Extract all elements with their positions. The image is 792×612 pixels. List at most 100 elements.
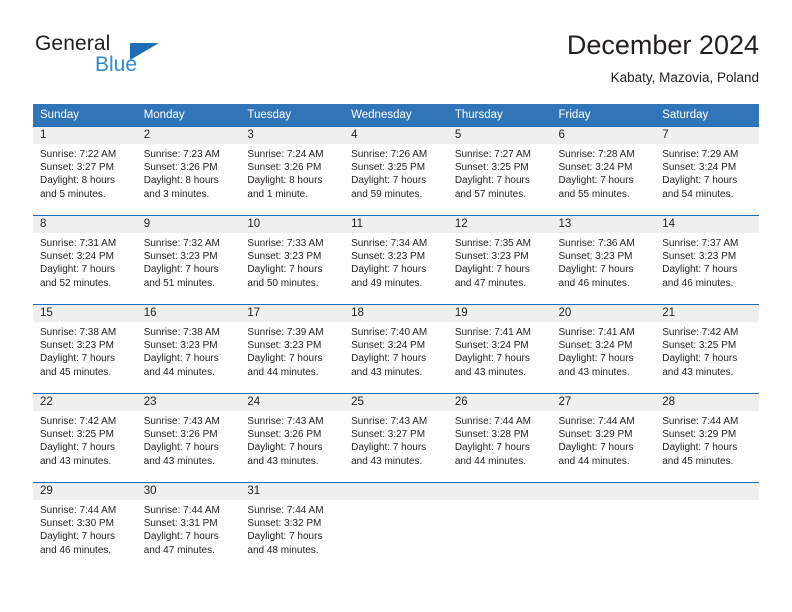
day-details: Sunrise: 7:35 AM Sunset: 3:23 PM Daylight:… [448,233,552,290]
day-number: 10 [240,216,345,233]
day-cell-inner: 29 Sunrise: 7:44 AM Sunset: 3:30 PM Dayligh… [33,483,137,571]
calendar-day-cell[interactable]: 7 Sunrise: 7:29 AM Sunset: 3:24 PM Daylight… [655,126,759,216]
calendar-day-cell[interactable]: 1 Sunrise: 7:22 AM Sunset: 3:27 PM Daylight… [33,126,137,216]
sunrise-time: Sunrise: 7:35 AM [454,238,531,249]
daylight-duration-line2: and 52 minutes. [40,277,112,289]
calendar-day-cell[interactable]: 9 Sunrise: 7:32 AM Sunset: 3:23 PM Daylight… [136,215,241,305]
day-number: 2 [136,127,241,144]
day-cell-inner: 22 Sunrise: 7:42 AM Sunset: 3:25 PM Dayligh… [33,394,137,482]
calendar-day-cell[interactable]: 26 Sunrise: 7:44 AM Sunset: 3:28 PM Dayligh… [447,393,552,483]
calendar-day-cell[interactable]: 6 Sunrise: 7:28 AM Sunset: 3:24 PM Daylight… [551,126,656,216]
title-block: December 2024 Kabaty, Mazovia, Poland [567,28,759,88]
day-details: Sunrise: 7:38 AM Sunset: 3:23 PM Daylight:… [33,322,137,379]
sunrise-time: Sunrise: 7:44 AM [662,416,739,427]
daylight-duration-line1: Daylight: 7 hours [454,264,530,276]
calendar-day-cell[interactable]: 13 Sunrise: 7:36 AM Sunset: 3:23 PM Dayligh… [551,215,656,305]
calendar-day-cell[interactable]: 18 Sunrise: 7:40 AM Sunset: 3:24 PM Dayligh… [344,304,448,394]
daylight-duration-line2: and 45 minutes. [662,455,734,467]
sunset-time: Sunset: 3:23 PM [351,251,426,263]
day-cell-inner: 15 Sunrise: 7:38 AM Sunset: 3:23 PM Dayligh… [33,305,137,393]
calendar-day-cell[interactable]: 25 Sunrise: 7:43 AM Sunset: 3:27 PM Dayligh… [344,393,448,483]
sunset-time: Sunset: 3:23 PM [247,340,322,352]
calendar-day-cell[interactable]: 28 Sunrise: 7:44 AM Sunset: 3:29 PM Dayligh… [655,393,759,483]
calendar-week-row: 29 Sunrise: 7:44 AM Sunset: 3:30 PM Dayligh… [33,482,759,571]
daylight-duration-line2: and 44 minutes. [558,455,630,467]
day-cell-inner: 30 Sunrise: 7:44 AM Sunset: 3:31 PM Dayligh… [136,483,241,571]
day-details: Sunrise: 7:44 AM Sunset: 3:29 PM Daylight:… [552,411,656,468]
calendar-day-cell[interactable]: 3 Sunrise: 7:24 AM Sunset: 3:26 PM Daylight… [240,126,345,216]
daylight-duration-line2: and 50 minutes. [247,277,319,289]
day-number: 19 [447,305,552,322]
day-number [655,483,759,500]
day-details: Sunrise: 7:41 AM Sunset: 3:24 PM Daylight:… [448,322,552,379]
sunset-time: Sunset: 3:30 PM [40,518,114,530]
calendar-table: Sunday Monday Tuesday Wednesday Thursday Frid… [33,104,759,571]
daylight-duration-line1: Daylight: 7 hours [40,264,116,276]
calendar-day-cell[interactable]: 16 Sunrise: 7:38 AM Sunset: 3:23 PM Dayligh… [136,304,241,394]
day-cell-inner: 5 Sunrise: 7:27 AM Sunset: 3:25 PM Daylight… [447,127,552,215]
daylight-duration-line1: Daylight: 7 hours [247,531,323,543]
day-details: Sunrise: 7:31 AM Sunset: 3:24 PM Daylight:… [33,233,137,290]
day-number: 12 [447,216,552,233]
calendar-day-cell[interactable]: 31 Sunrise: 7:44 AM Sunset: 3:32 PM Dayligh… [240,482,345,571]
daylight-duration-line2: and 59 minutes. [351,188,423,200]
calendar-day-cell[interactable]: 8 Sunrise: 7:31 AM Sunset: 3:24 PM Daylight… [33,215,137,305]
calendar-day-cell[interactable]: 10 Sunrise: 7:33 AM Sunset: 3:23 PM Dayligh… [240,215,345,305]
weekday-header-saturday: Saturday [655,104,759,127]
calendar-day-cell[interactable]: 20 Sunrise: 7:41 AM Sunset: 3:24 PM Dayligh… [551,304,656,394]
sunset-time: Sunset: 3:26 PM [247,429,322,441]
day-details [655,500,759,504]
daylight-duration-line2: and 43 minutes. [40,455,112,467]
day-cell-inner: 26 Sunrise: 7:44 AM Sunset: 3:28 PM Dayligh… [447,394,552,482]
general-blue-logo[interactable]: General Blue [33,32,243,92]
sunrise-time: Sunrise: 7:26 AM [351,149,428,160]
calendar-day-cell[interactable]: 30 Sunrise: 7:44 AM Sunset: 3:31 PM Dayligh… [136,482,241,571]
day-number: 5 [447,127,552,144]
day-details: Sunrise: 7:44 AM Sunset: 3:32 PM Daylight:… [240,500,344,557]
weekday-header-sunday: Sunday [33,104,137,127]
calendar-day-cell[interactable]: 11 Sunrise: 7:34 AM Sunset: 3:23 PM Dayligh… [344,215,448,305]
daylight-duration-line2: and 48 minutes. [247,544,319,556]
daylight-duration-line2: and 43 minutes. [351,455,423,467]
sunset-time: Sunset: 3:26 PM [247,162,322,174]
daylight-duration-line2: and 5 minutes. [40,188,106,200]
calendar-day-cell[interactable]: 12 Sunrise: 7:35 AM Sunset: 3:23 PM Dayligh… [447,215,552,305]
day-cell-inner: 10 Sunrise: 7:33 AM Sunset: 3:23 PM Dayligh… [240,216,345,304]
day-details: Sunrise: 7:38 AM Sunset: 3:23 PM Daylight:… [137,322,241,379]
day-number: 1 [33,127,137,144]
daylight-duration-line1: Daylight: 7 hours [143,442,219,454]
calendar-day-cell[interactable]: 22 Sunrise: 7:42 AM Sunset: 3:25 PM Dayligh… [33,393,137,483]
daylight-duration-line2: and 46 minutes. [558,277,630,289]
day-number: 6 [551,127,656,144]
calendar-day-cell[interactable]: 4 Sunrise: 7:26 AM Sunset: 3:25 PM Daylight… [344,126,448,216]
sunset-time: Sunset: 3:23 PM [40,340,114,352]
calendar-day-cell[interactable]: 2 Sunrise: 7:23 AM Sunset: 3:26 PM Daylight… [136,126,241,216]
calendar-day-cell[interactable]: 15 Sunrise: 7:38 AM Sunset: 3:23 PM Dayligh… [33,304,137,394]
calendar-day-cell[interactable]: 23 Sunrise: 7:43 AM Sunset: 3:26 PM Dayligh… [136,393,241,483]
calendar-day-cell[interactable]: 29 Sunrise: 7:44 AM Sunset: 3:30 PM Dayligh… [33,482,137,571]
calendar-day-cell[interactable]: 24 Sunrise: 7:43 AM Sunset: 3:26 PM Dayligh… [240,393,345,483]
day-number: 20 [551,305,656,322]
day-details: Sunrise: 7:44 AM Sunset: 3:31 PM Daylight:… [137,500,241,557]
calendar-day-cell[interactable]: 14 Sunrise: 7:37 AM Sunset: 3:23 PM Dayligh… [655,215,759,305]
calendar-page: General Blue December 2024 Kabaty, Mazov… [0,0,792,612]
day-details: Sunrise: 7:39 AM Sunset: 3:23 PM Daylight:… [240,322,344,379]
daylight-duration-line1: Daylight: 7 hours [454,442,530,454]
daylight-duration-line1: Daylight: 7 hours [351,353,427,365]
calendar-day-cell[interactable]: 27 Sunrise: 7:44 AM Sunset: 3:29 PM Dayligh… [551,393,656,483]
calendar-day-cell[interactable]: 17 Sunrise: 7:39 AM Sunset: 3:23 PM Dayligh… [240,304,345,394]
weekday-header-monday: Monday [136,104,241,127]
calendar-day-cell[interactable]: 5 Sunrise: 7:27 AM Sunset: 3:25 PM Daylight… [447,126,552,216]
sunrise-time: Sunrise: 7:43 AM [351,416,428,427]
daylight-duration-line1: Daylight: 7 hours [454,353,530,365]
day-details: Sunrise: 7:42 AM Sunset: 3:25 PM Daylight:… [33,411,137,468]
calendar-day-cell[interactable]: 19 Sunrise: 7:41 AM Sunset: 3:24 PM Dayligh… [447,304,552,394]
day-details: Sunrise: 7:27 AM Sunset: 3:25 PM Daylight:… [448,144,552,201]
page-header: General Blue December 2024 Kabaty, Mazov… [33,28,759,96]
sunset-time: Sunset: 3:24 PM [558,162,633,174]
day-details: Sunrise: 7:42 AM Sunset: 3:25 PM Daylight:… [655,322,759,379]
calendar-empty-cell [344,482,448,571]
calendar-day-cell[interactable]: 21 Sunrise: 7:42 AM Sunset: 3:25 PM Dayligh… [655,304,759,394]
day-cell-inner: 13 Sunrise: 7:36 AM Sunset: 3:23 PM Dayligh… [551,216,656,304]
daylight-duration-line1: Daylight: 8 hours [143,175,219,187]
